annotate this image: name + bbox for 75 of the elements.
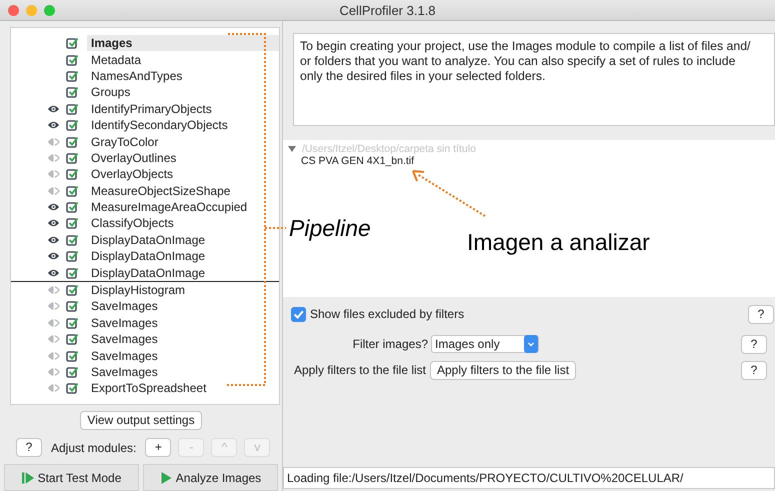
- help-button[interactable]: ?: [741, 334, 767, 354]
- module-item[interactable]: NamesAndTypes: [87, 68, 186, 84]
- module-item[interactable]: OverlayOutlines: [87, 150, 180, 166]
- module-item[interactable]: SaveImages: [87, 331, 162, 348]
- expand-triangle-icon[interactable]: [288, 146, 296, 152]
- module-item[interactable]: Groups: [87, 84, 134, 100]
- checked-box-icon[interactable]: [66, 366, 78, 378]
- eye-icon[interactable]: [47, 202, 60, 212]
- eye-icon[interactable]: [47, 268, 60, 278]
- image-annotation: Imagen a analizar: [467, 229, 650, 256]
- checked-box-icon[interactable]: [66, 217, 78, 230]
- module-item[interactable]: DisplayDataOnImage: [87, 248, 210, 264]
- analyze-images-button[interactable]: Analyze Images: [143, 464, 278, 491]
- adjust-modules-label: Adjust modules:: [51, 440, 136, 454]
- module-item[interactable]: SaveImages: [87, 298, 162, 314]
- checked-box-icon[interactable]: [66, 70, 78, 82]
- checked-box-icon[interactable]: [66, 316, 78, 329]
- module-item[interactable]: SaveImages: [87, 314, 162, 331]
- checked-box-icon[interactable]: [66, 333, 78, 346]
- checkbox[interactable]: [291, 306, 306, 322]
- checked-box-icon[interactable]: [66, 119, 78, 132]
- show-excluded-label: Show files excluded by filters: [310, 307, 464, 321]
- eye-icon[interactable]: [47, 251, 60, 262]
- help-button[interactable]: ?: [741, 360, 767, 380]
- checked-box-icon[interactable]: [66, 201, 78, 214]
- checked-box-icon[interactable]: [66, 86, 78, 98]
- module-item[interactable]: SaveImages: [87, 364, 162, 380]
- module-item[interactable]: IdentifyPrimaryObjects: [87, 100, 216, 117]
- start-test-mode-button[interactable]: Start Test Mode: [4, 464, 139, 491]
- eye-icon[interactable]: [47, 104, 60, 114]
- help-text: To begin creating your project, use the Images module to compile a list of files and/ or folders that you want to analyze. You can also specify a set of rules to include only the desired files in your selected folders.: [300, 39, 750, 83]
- help-button[interactable]: ?: [748, 304, 774, 324]
- eye-icon[interactable]: [47, 218, 60, 228]
- filter-images-dropdown[interactable]: Images only: [431, 335, 539, 353]
- module-item[interactable]: DisplayDataOnImage: [87, 264, 210, 281]
- checked-box-icon[interactable]: [66, 300, 78, 312]
- module-item[interactable]: DisplayHistogram: [87, 282, 190, 298]
- checked-box-icon[interactable]: [66, 382, 78, 394]
- module-item[interactable]: ClassifyObjects: [87, 215, 178, 232]
- play-icon: [160, 470, 173, 484]
- module-item[interactable]: MeasureObjectSizeShape: [87, 182, 234, 199]
- play-icon: [22, 470, 35, 484]
- checked-box-icon[interactable]: [66, 250, 78, 262]
- checked-box-icon[interactable]: [66, 184, 78, 197]
- module-item[interactable]: DisplayDataOnImage: [87, 232, 210, 248]
- checked-box-icon[interactable]: [66, 152, 78, 164]
- eye-icon[interactable]: [47, 120, 60, 130]
- checked-box-icon[interactable]: [66, 102, 78, 115]
- module-item[interactable]: GrayToColor: [87, 134, 162, 150]
- help-button[interactable]: ?: [16, 438, 42, 457]
- checked-box-icon[interactable]: [66, 168, 78, 180]
- module-item[interactable]: OverlayObjects: [87, 166, 178, 182]
- apply-filters-button[interactable]: Apply filters to the file list: [430, 360, 576, 380]
- pipeline-annotation: Pipeline: [289, 215, 371, 242]
- checked-box-icon[interactable]: [66, 350, 78, 362]
- checked-box-icon[interactable]: [66, 284, 78, 296]
- window-title: CellProfiler 3.1.8: [339, 2, 436, 18]
- module-item[interactable]: IdentifySecondaryObjects: [87, 117, 232, 134]
- module-item[interactable]: Metadata: [87, 52, 146, 68]
- status-text: Loading file:/Users/Itzel/Documents/PROYECTO/CULTIVO%20CELULAR/: [287, 471, 684, 485]
- adjust-module-button[interactable]: +: [145, 438, 172, 457]
- module-item[interactable]: SaveImages: [87, 348, 162, 364]
- module-item[interactable]: Images: [87, 35, 279, 52]
- file-item[interactable]: CS PVA GEN 4X1_bn.tif: [301, 155, 770, 167]
- checked-box-icon[interactable]: [66, 234, 78, 246]
- module-item[interactable]: MeasureImageAreaOccupied: [87, 199, 252, 216]
- checked-box-icon[interactable]: [66, 37, 78, 50]
- checked-box-icon[interactable]: [66, 266, 78, 279]
- checked-box-icon[interactable]: [66, 54, 78, 66]
- module-item[interactable]: ExportToSpreadsheet: [87, 380, 210, 396]
- eye-icon[interactable]: [47, 234, 60, 245]
- checked-box-icon[interactable]: [66, 136, 78, 148]
- apply-filters-label: Apply filters to the file list: [292, 363, 427, 377]
- view-output-settings-button[interactable]: View output settings: [80, 411, 202, 430]
- filter-images-label: Filter images?: [352, 337, 429, 351]
